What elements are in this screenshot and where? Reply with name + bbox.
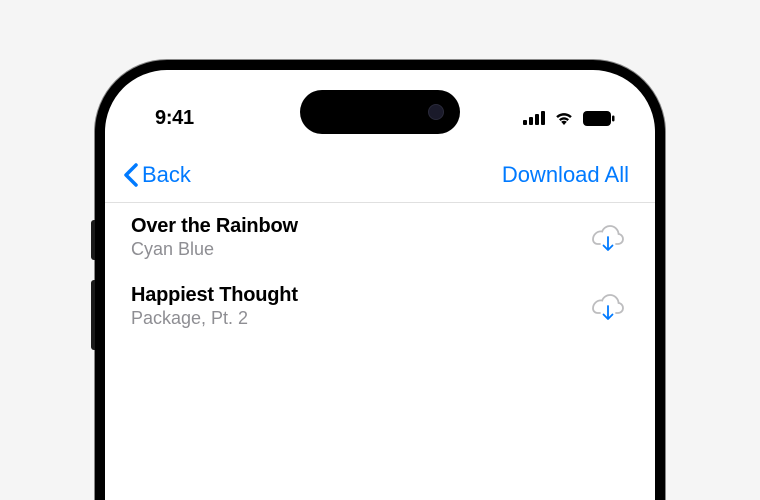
list-item-text: Over the Rainbow Cyan Blue xyxy=(131,215,587,260)
track-subtitle: Package, Pt. 2 xyxy=(131,308,587,329)
dynamic-island xyxy=(300,90,460,134)
wifi-icon xyxy=(553,110,575,126)
status-icons xyxy=(523,110,615,126)
back-label: Back xyxy=(142,162,191,188)
download-button[interactable] xyxy=(587,289,629,325)
screen: 9:41 xyxy=(105,70,655,500)
cellular-signal-icon xyxy=(523,111,545,125)
cloud-download-icon xyxy=(591,293,625,321)
status-time: 9:41 xyxy=(155,107,194,130)
battery-icon xyxy=(583,111,615,126)
back-button[interactable]: Back xyxy=(123,162,191,188)
track-title: Over the Rainbow xyxy=(131,215,587,238)
track-list: Over the Rainbow Cyan Blue xyxy=(105,203,655,341)
track-subtitle: Cyan Blue xyxy=(131,239,587,260)
track-title: Happiest Thought xyxy=(131,284,587,307)
download-button[interactable] xyxy=(587,220,629,256)
list-item[interactable]: Happiest Thought Package, Pt. 2 xyxy=(105,272,655,341)
list-item-text: Happiest Thought Package, Pt. 2 xyxy=(131,284,587,329)
nav-bar: Back Download All xyxy=(105,138,655,203)
cloud-download-icon xyxy=(591,224,625,252)
phone-frame: 9:41 xyxy=(95,60,665,500)
phone-body: 9:41 xyxy=(95,60,665,500)
download-all-button[interactable]: Download All xyxy=(502,162,629,188)
list-item[interactable]: Over the Rainbow Cyan Blue xyxy=(105,203,655,272)
chevron-left-icon xyxy=(123,163,138,187)
